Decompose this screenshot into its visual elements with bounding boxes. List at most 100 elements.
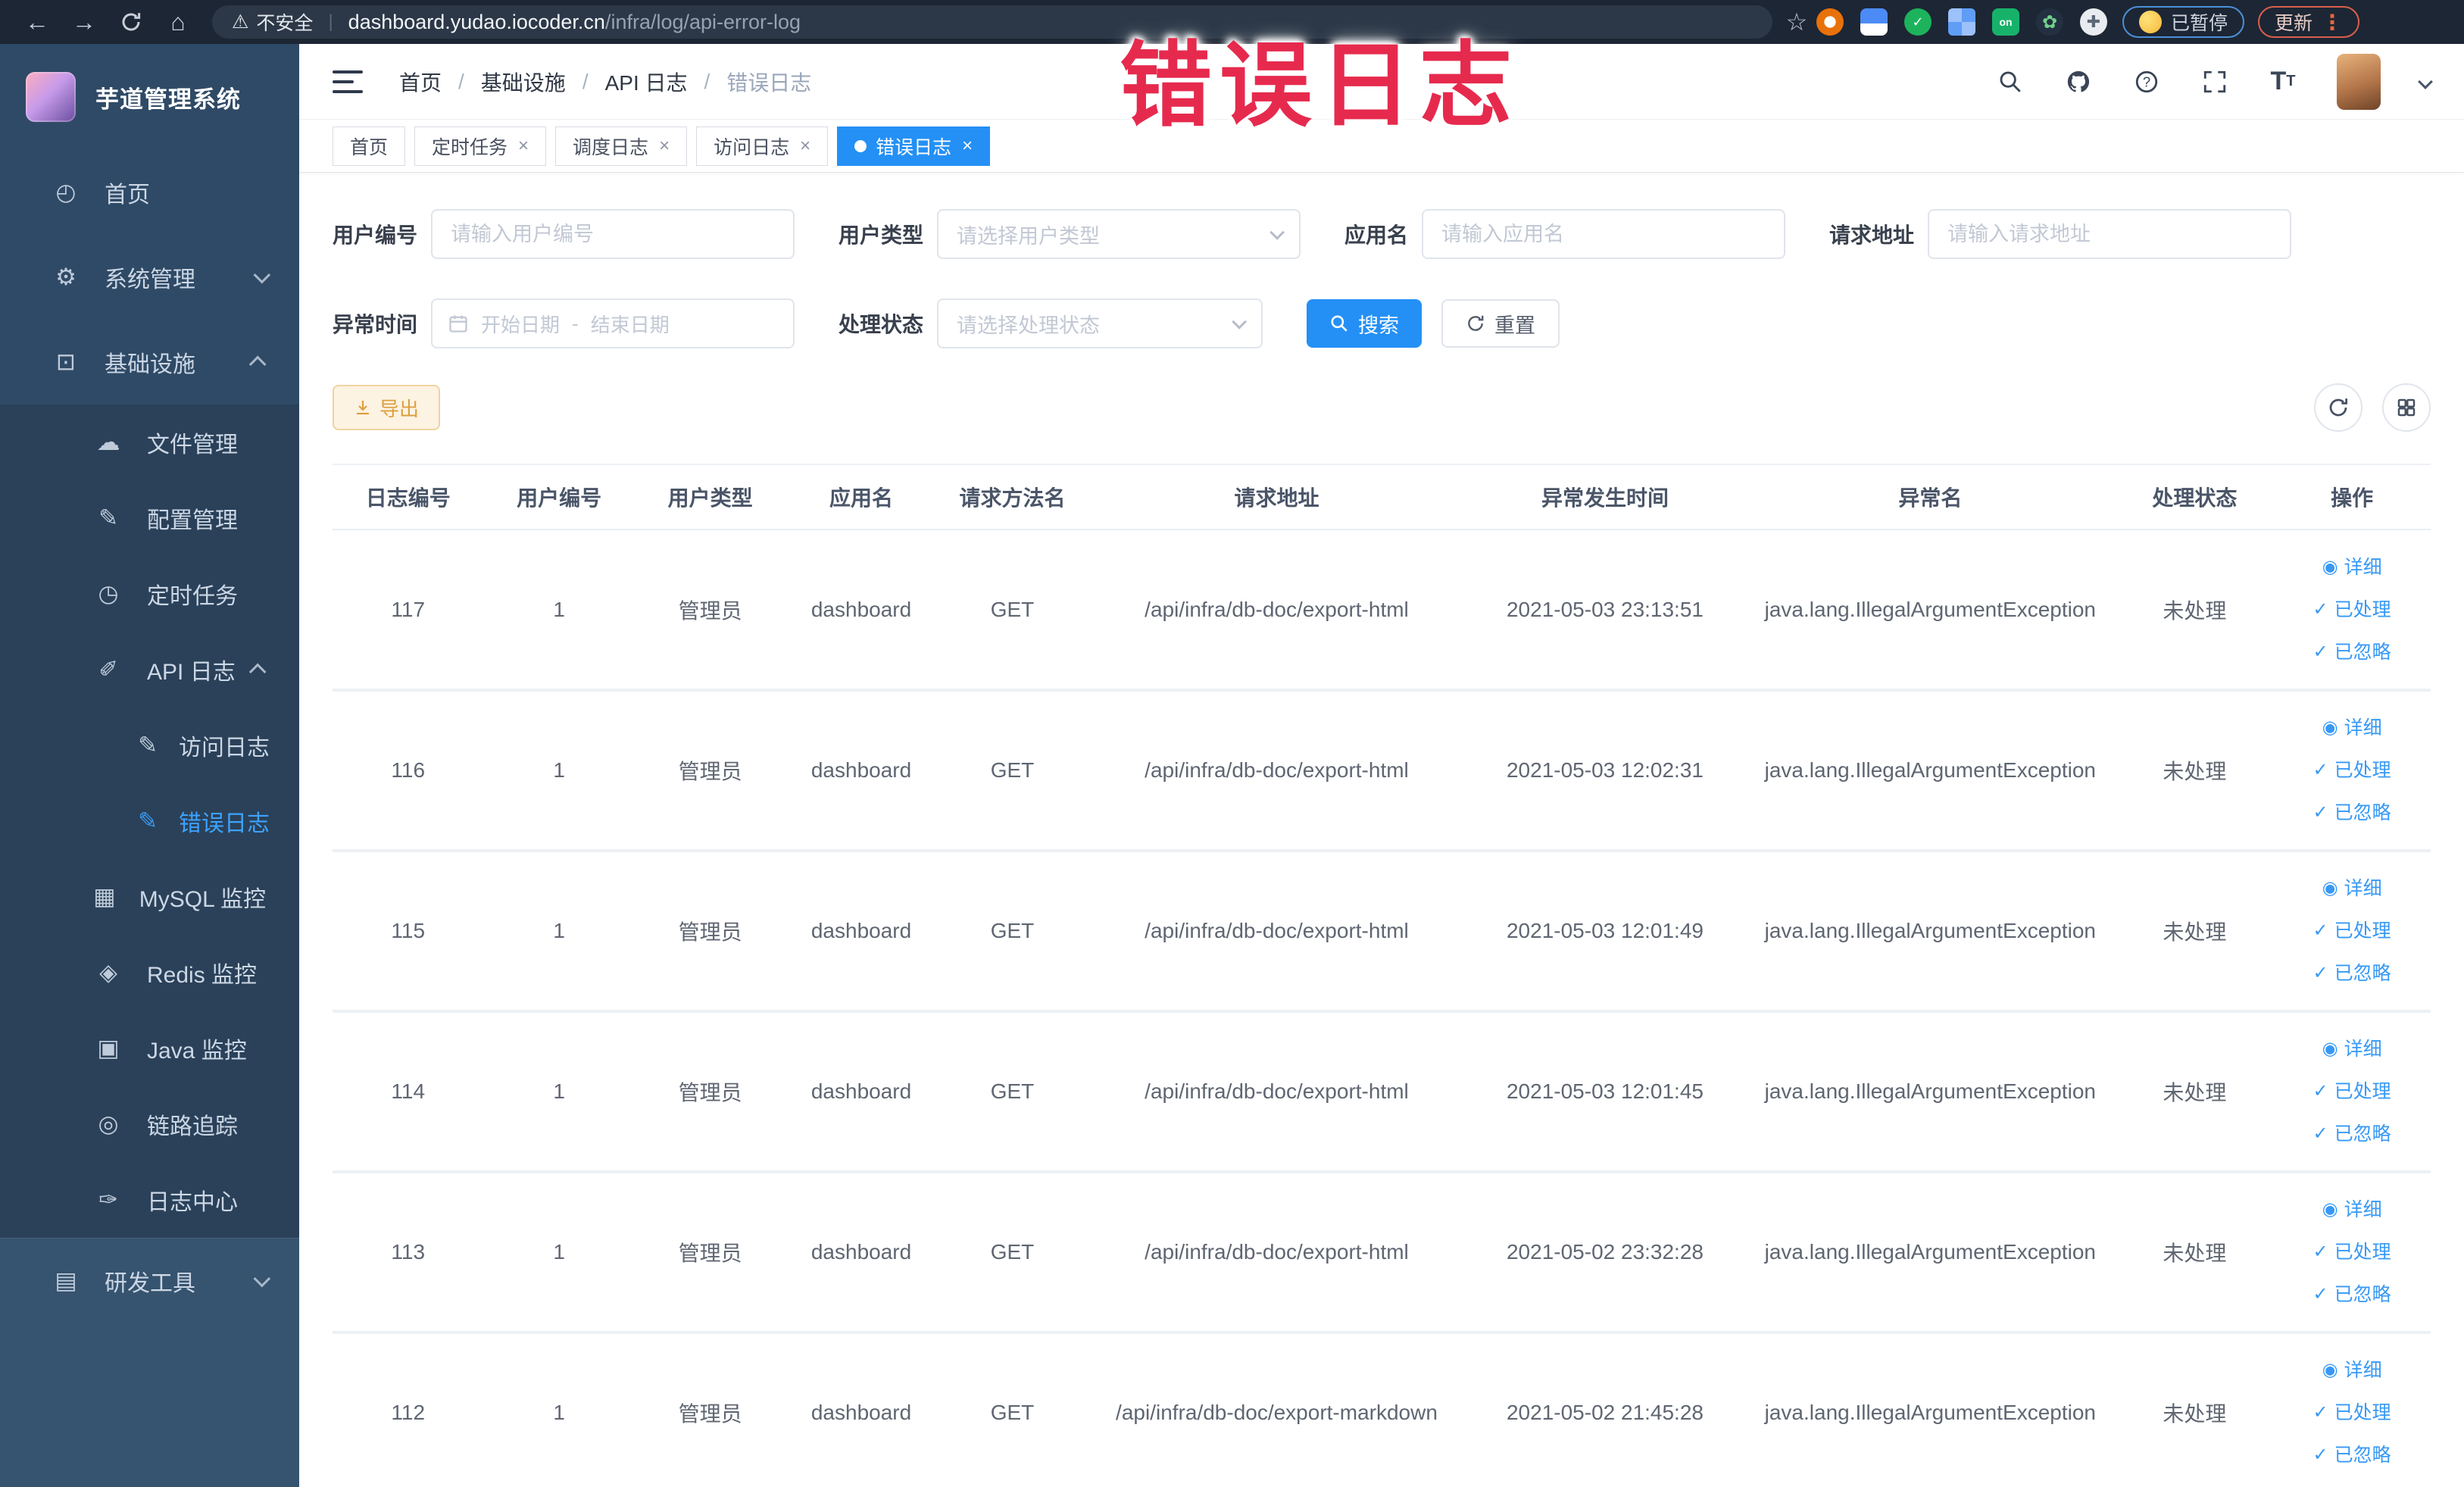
breadcrumb-item[interactable]: 首页 bbox=[399, 67, 442, 97]
close-icon[interactable]: × bbox=[800, 136, 810, 157]
help-icon[interactable]: ? bbox=[2132, 67, 2161, 96]
sidebar-item-system-mgmt[interactable]: ⚙ 系统管理 bbox=[0, 235, 299, 320]
sidebar-collapse-icon[interactable] bbox=[333, 70, 363, 93]
row-action-processed[interactable]: ✓ 已处理 bbox=[2313, 1072, 2391, 1111]
row-action-ignored[interactable]: ✓ 已忽略 bbox=[2313, 1114, 2391, 1154]
extension-check-icon[interactable]: ✓ bbox=[1904, 8, 1932, 36]
security-warning[interactable]: ⚠ 不安全 bbox=[232, 8, 313, 36]
fullscreen-icon[interactable] bbox=[2200, 67, 2229, 96]
close-icon[interactable]: × bbox=[962, 136, 973, 157]
sidebar-item-home[interactable]: ◴ 首页 bbox=[0, 150, 299, 235]
row-action-detail[interactable]: ◉ 详细 bbox=[2322, 548, 2382, 587]
check-icon: ✓ bbox=[2313, 802, 2328, 823]
row-action-processed[interactable]: ✓ 已处理 bbox=[2313, 1393, 2391, 1432]
table-cell: 管理员 bbox=[634, 851, 786, 1013]
sidebar-item-tracing[interactable]: ◎ 链路追踪 bbox=[0, 1086, 299, 1162]
close-icon[interactable]: × bbox=[518, 136, 529, 157]
tab-首页[interactable]: 首页 bbox=[333, 126, 406, 166]
tab-访问日志[interactable]: 访问日志 × bbox=[696, 126, 829, 166]
sidebar-item-redis-monitor[interactable]: ◈ Redis 监控 bbox=[0, 935, 299, 1011]
process-status-select[interactable]: 请选择处理状态 bbox=[937, 298, 1263, 348]
breadcrumb-item[interactable]: API 日志 bbox=[605, 67, 688, 97]
row-action-ignored[interactable]: ✓ 已忽略 bbox=[2313, 633, 2391, 672]
actions-cell: ◉ 详细 ✓ 已处理 ✓ 已忽略 bbox=[2273, 530, 2431, 692]
row-action-ignored[interactable]: ✓ 已忽略 bbox=[2313, 1435, 2391, 1475]
app-name-input[interactable] bbox=[1422, 209, 1786, 259]
timer-icon: ◷ bbox=[98, 580, 119, 607]
table-cell: GET bbox=[936, 1172, 1088, 1334]
row-action-processed[interactable]: ✓ 已处理 bbox=[2313, 911, 2391, 951]
github-icon[interactable] bbox=[2064, 67, 2093, 96]
row-action-detail[interactable]: ◉ 详细 bbox=[2322, 869, 2382, 908]
table-cell: 管理员 bbox=[634, 690, 786, 852]
table-cell: dashboard bbox=[785, 1011, 937, 1173]
tab-调度日志[interactable]: 调度日志 × bbox=[555, 126, 688, 166]
user-type-select[interactable]: 请选择用户类型 bbox=[937, 209, 1301, 259]
extension-shield-icon[interactable] bbox=[1860, 8, 1888, 36]
sidebar-item-log-center[interactable]: ✑ 日志中心 bbox=[0, 1162, 299, 1238]
export-button[interactable]: 导出 bbox=[333, 385, 441, 430]
request-url-input[interactable] bbox=[1928, 209, 2292, 259]
extension-icon[interactable] bbox=[1816, 8, 1844, 36]
sidebar-item-infrastructure[interactable]: ⊡ 基础设施 bbox=[0, 320, 299, 405]
sidebar-item-scheduled-jobs[interactable]: ◷ 定时任务 bbox=[0, 556, 299, 632]
update-label: 更新 bbox=[2275, 13, 2313, 34]
row-action-detail[interactable]: ◉ 详细 bbox=[2322, 708, 2382, 748]
row-action-detail[interactable]: ◉ 详细 bbox=[2322, 1190, 2382, 1229]
reload-icon[interactable] bbox=[108, 11, 155, 33]
table-cell: 未处理 bbox=[2116, 690, 2274, 852]
back-icon[interactable]: ← bbox=[14, 8, 61, 36]
tab-错误日志[interactable]: 错误日志 × bbox=[837, 126, 991, 166]
kebab-menu-icon[interactable]: ⋮ bbox=[2322, 10, 2343, 35]
table-cell: dashboard bbox=[785, 690, 937, 852]
forward-icon[interactable]: → bbox=[61, 8, 108, 36]
column-settings-button[interactable] bbox=[2382, 383, 2431, 432]
row-action-processed[interactable]: ✓ 已处理 bbox=[2313, 751, 2391, 790]
exception-time-range-picker[interactable]: 开始日期 - 结束日期 bbox=[431, 298, 795, 348]
table-cell: 1 bbox=[483, 1332, 635, 1487]
log-center-icon: ✑ bbox=[98, 1186, 118, 1213]
sidebar-item-file-mgmt[interactable]: ☁ 文件管理 bbox=[0, 405, 299, 480]
java-icon: ▣ bbox=[97, 1035, 120, 1061]
row-action-ignored[interactable]: ✓ 已忽略 bbox=[2313, 954, 2391, 993]
sidebar-item-mysql-monitor[interactable]: ▦ MySQL 监控 bbox=[0, 859, 299, 935]
sidebar-item-access-log[interactable]: ✎ 访问日志 bbox=[0, 708, 299, 783]
home-icon[interactable]: ⌂ bbox=[155, 8, 201, 36]
update-button[interactable]: 更新 ⋮ bbox=[2258, 6, 2360, 38]
column-header: 异常发生时间 bbox=[1465, 464, 1745, 530]
extension-plant-icon[interactable]: ✿ bbox=[2036, 8, 2063, 36]
row-action-detail[interactable]: ◉ 详细 bbox=[2322, 1351, 2382, 1390]
sidebar-item-error-log[interactable]: ✎ 错误日志 bbox=[0, 783, 299, 859]
search-icon[interactable] bbox=[1996, 67, 2025, 96]
sidebar-item-api-log[interactable]: ✐ API 日志 bbox=[0, 632, 299, 708]
user-menu-caret-icon[interactable] bbox=[2418, 73, 2433, 89]
column-header: 异常名 bbox=[1744, 464, 2116, 530]
search-button[interactable]: 搜索 bbox=[1307, 299, 1422, 348]
sidebar-item-dev-tools[interactable]: ▤ 研发工具 bbox=[0, 1238, 299, 1323]
breadcrumb-item[interactable]: 基础设施 bbox=[481, 67, 566, 97]
row-action-ignored[interactable]: ✓ 已忽略 bbox=[2313, 1275, 2391, 1314]
refresh-table-button[interactable] bbox=[2314, 383, 2363, 432]
row-action-ignored[interactable]: ✓ 已忽略 bbox=[2313, 793, 2391, 833]
extension-on-toggle-icon[interactable]: on bbox=[1992, 8, 2019, 36]
row-action-detail[interactable]: ◉ 详细 bbox=[2322, 1029, 2382, 1069]
sidebar-item-java-monitor[interactable]: ▣ Java 监控 bbox=[0, 1011, 299, 1086]
row-action-processed[interactable]: ✓ 已处理 bbox=[2313, 1232, 2391, 1272]
paused-badge[interactable]: 已暂停 bbox=[2122, 6, 2245, 38]
extensions-puzzle-icon[interactable]: ✚ bbox=[2080, 8, 2107, 36]
tab-定时任务[interactable]: 定时任务 × bbox=[414, 126, 547, 166]
sidebar-item-config-mgmt[interactable]: ✎ 配置管理 bbox=[0, 480, 299, 556]
table-cell: /api/infra/db-doc/export-html bbox=[1088, 530, 1466, 692]
table-cell: 管理员 bbox=[634, 1332, 786, 1487]
extension-grid-icon[interactable] bbox=[1948, 8, 1975, 36]
user-avatar[interactable] bbox=[2337, 53, 2381, 110]
address-bar[interactable]: ⚠ 不安全 | dashboard.yudao.iocoder.cn /infr… bbox=[212, 5, 1772, 39]
reset-button[interactable]: 重置 bbox=[1441, 299, 1560, 348]
user-id-input[interactable] bbox=[431, 209, 795, 259]
row-action-processed[interactable]: ✓ 已处理 bbox=[2313, 590, 2391, 629]
close-icon[interactable]: × bbox=[659, 136, 670, 157]
bookmark-star-icon[interactable]: ☆ bbox=[1783, 8, 1810, 36]
app-name-label: 应用名 bbox=[1344, 223, 1409, 247]
check-icon: ✓ bbox=[2313, 598, 2328, 620]
font-size-icon[interactable]: TT bbox=[2269, 67, 2297, 96]
